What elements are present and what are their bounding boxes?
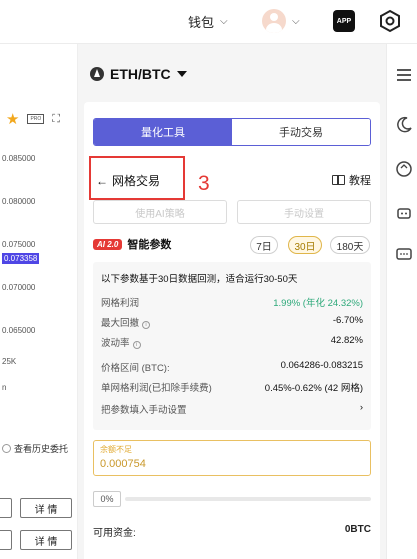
available-value: 0BTC (344, 524, 371, 535)
trading-panel: ETH/BTC 量化工具 手动交易 ← 网格交易 3 教程 使用AI策略 手动设… (78, 44, 386, 559)
swap-circle-icon[interactable] (395, 160, 413, 178)
info-row: 网格利润 1.99% (年化 24.32%) (101, 295, 363, 309)
amount-input[interactable]: 余额不足 0.000754 (93, 440, 371, 476)
favorite-star-icon[interactable]: ★ (6, 110, 19, 128)
pair-symbol: ETH/BTC (110, 66, 171, 82)
price-tick: 0.085000 (2, 154, 36, 163)
slider-track[interactable] (125, 497, 371, 501)
per-grid-profit-value: 0.45%-0.62% (42 网格) (264, 383, 363, 394)
tab-manual-trading[interactable]: 手动交易 (232, 119, 370, 145)
current-price-tag: 0.073358 (2, 253, 40, 264)
avatar[interactable] (262, 9, 286, 33)
max-drawdown-value: -6.70% (332, 315, 363, 326)
top-bar: 钱包 ⌵ ⌵ APP (0, 0, 417, 44)
chevron-down-icon: ⌵ (292, 15, 300, 27)
amount-slider[interactable]: 0% (93, 491, 371, 507)
day-option-30[interactable]: 30日 (288, 236, 322, 254)
radio-icon[interactable] (2, 444, 11, 453)
order-button[interactable] (0, 530, 12, 550)
available-funds: 可用资金: 0BTC (93, 524, 371, 539)
info-label: 网格利润 (101, 298, 140, 309)
detail-button[interactable]: 详 情 (20, 530, 72, 550)
mode-tabs: 量化工具 手动交易 (93, 118, 371, 146)
manual-settings-button[interactable]: 手动设置 (237, 200, 371, 224)
grid-profit-value: 1.99% (年化 24.32%) (273, 298, 363, 309)
info-label: 波动率 (101, 338, 130, 349)
chevron-down-icon: ⌵ (220, 16, 228, 27)
grid-trading-title: 网格交易 (112, 174, 161, 188)
amount-value: 0.000754 (100, 458, 146, 470)
price-tick: 0.065000 (2, 326, 36, 335)
volume-tick: 25K (2, 357, 17, 366)
info-label: 把参数填入手动设置 (101, 405, 187, 416)
back-button[interactable]: ← 网格交易 (96, 172, 160, 189)
info-row: 价格区间 (BTC): 0.064286-0.083215 (101, 360, 363, 374)
detail-button[interactable]: 详 情 (20, 498, 72, 518)
day-option-180[interactable]: 180天 (330, 236, 370, 254)
fill-params-link[interactable]: 把参数填入手动设置 › (101, 402, 363, 416)
fullscreen-icon[interactable]: ⛶ (52, 113, 60, 126)
pro-mode-icon[interactable]: PRO (27, 114, 45, 124)
slider-percent: 0% (93, 491, 121, 507)
pair-selector[interactable]: ETH/BTC (90, 66, 187, 82)
ai-params-title: 智能参数 (127, 239, 172, 251)
price-tick: 0.080000 (2, 197, 36, 206)
book-icon (332, 175, 345, 185)
backtest-header: 以下参数基于30日数据回测，适合运行30-50天 (101, 274, 298, 285)
info-label: 单网格利润(已扣除手续费) (101, 383, 212, 394)
app-download-icon[interactable]: APP (333, 10, 355, 32)
insufficient-balance-hint: 余额不足 (100, 445, 132, 454)
moon-icon[interactable] (395, 116, 413, 134)
chart-tools: ★ PRO ⛶ (6, 110, 60, 128)
robot-icon[interactable] (395, 204, 413, 222)
info-icon[interactable]: i (142, 321, 151, 329)
tutorial-label: 教程 (349, 175, 371, 187)
info-label: 最大回撤 (101, 318, 140, 329)
price-range-value: 0.064286-0.083215 (280, 360, 363, 371)
use-ai-strategy-button[interactable]: 使用AI策略 (93, 200, 227, 224)
caret-down-icon (176, 71, 187, 77)
info-row: 最大回撤 i -6.70% (101, 315, 363, 329)
chat-icon[interactable] (395, 246, 413, 264)
tutorial-link[interactable]: 教程 (332, 172, 371, 188)
info-row: 波动率 i 42.82% (101, 335, 363, 349)
ethereum-icon (90, 67, 104, 81)
axis-label: n (2, 383, 7, 392)
available-label: 可用资金: (93, 528, 136, 539)
step-number: 3 (198, 172, 210, 195)
price-tick: 0.070000 (2, 283, 36, 292)
ai-params-header: AI 2.0 智能参数 (93, 236, 171, 252)
chart-column: ★ PRO ⛶ 0.085000 0.080000 0.075000 0.073… (0, 44, 78, 559)
wallet-menu[interactable]: 钱包 ⌵ (188, 12, 228, 31)
backtest-info-box: 以下参数基于30日数据回测，适合运行30-50天 网格利润 1.99% (年化 … (93, 262, 371, 430)
chevron-right-icon: › (359, 402, 363, 413)
menu-icon[interactable] (395, 66, 413, 84)
right-rail (386, 44, 417, 559)
price-tick: 0.075000 (2, 240, 36, 249)
info-icon[interactable]: i (132, 341, 141, 349)
arrow-left-icon: ← (96, 173, 108, 188)
day-option-7[interactable]: 7日 (250, 236, 278, 254)
history-orders-toggle[interactable]: 查看历史委托 (2, 442, 68, 455)
order-button[interactable] (0, 498, 12, 518)
wallet-label: 钱包 (188, 15, 215, 30)
settings-hexagon-icon[interactable] (378, 9, 402, 33)
info-row: 单网格利润(已扣除手续费) 0.45%-0.62% (42 网格) (101, 380, 363, 394)
strategy-card: 量化工具 手动交易 ← 网格交易 3 教程 使用AI策略 手动设置 AI 2.0… (84, 102, 380, 559)
app-label: APP (336, 17, 352, 25)
ai-badge: AI 2.0 (93, 238, 123, 250)
history-label: 查看历史委托 (14, 444, 69, 454)
tab-quant-tools[interactable]: 量化工具 (94, 119, 232, 145)
account-menu[interactable]: ⌵ (262, 9, 300, 33)
volatility-value: 42.82% (330, 335, 363, 346)
info-label: 价格区间 (BTC): (101, 363, 170, 374)
